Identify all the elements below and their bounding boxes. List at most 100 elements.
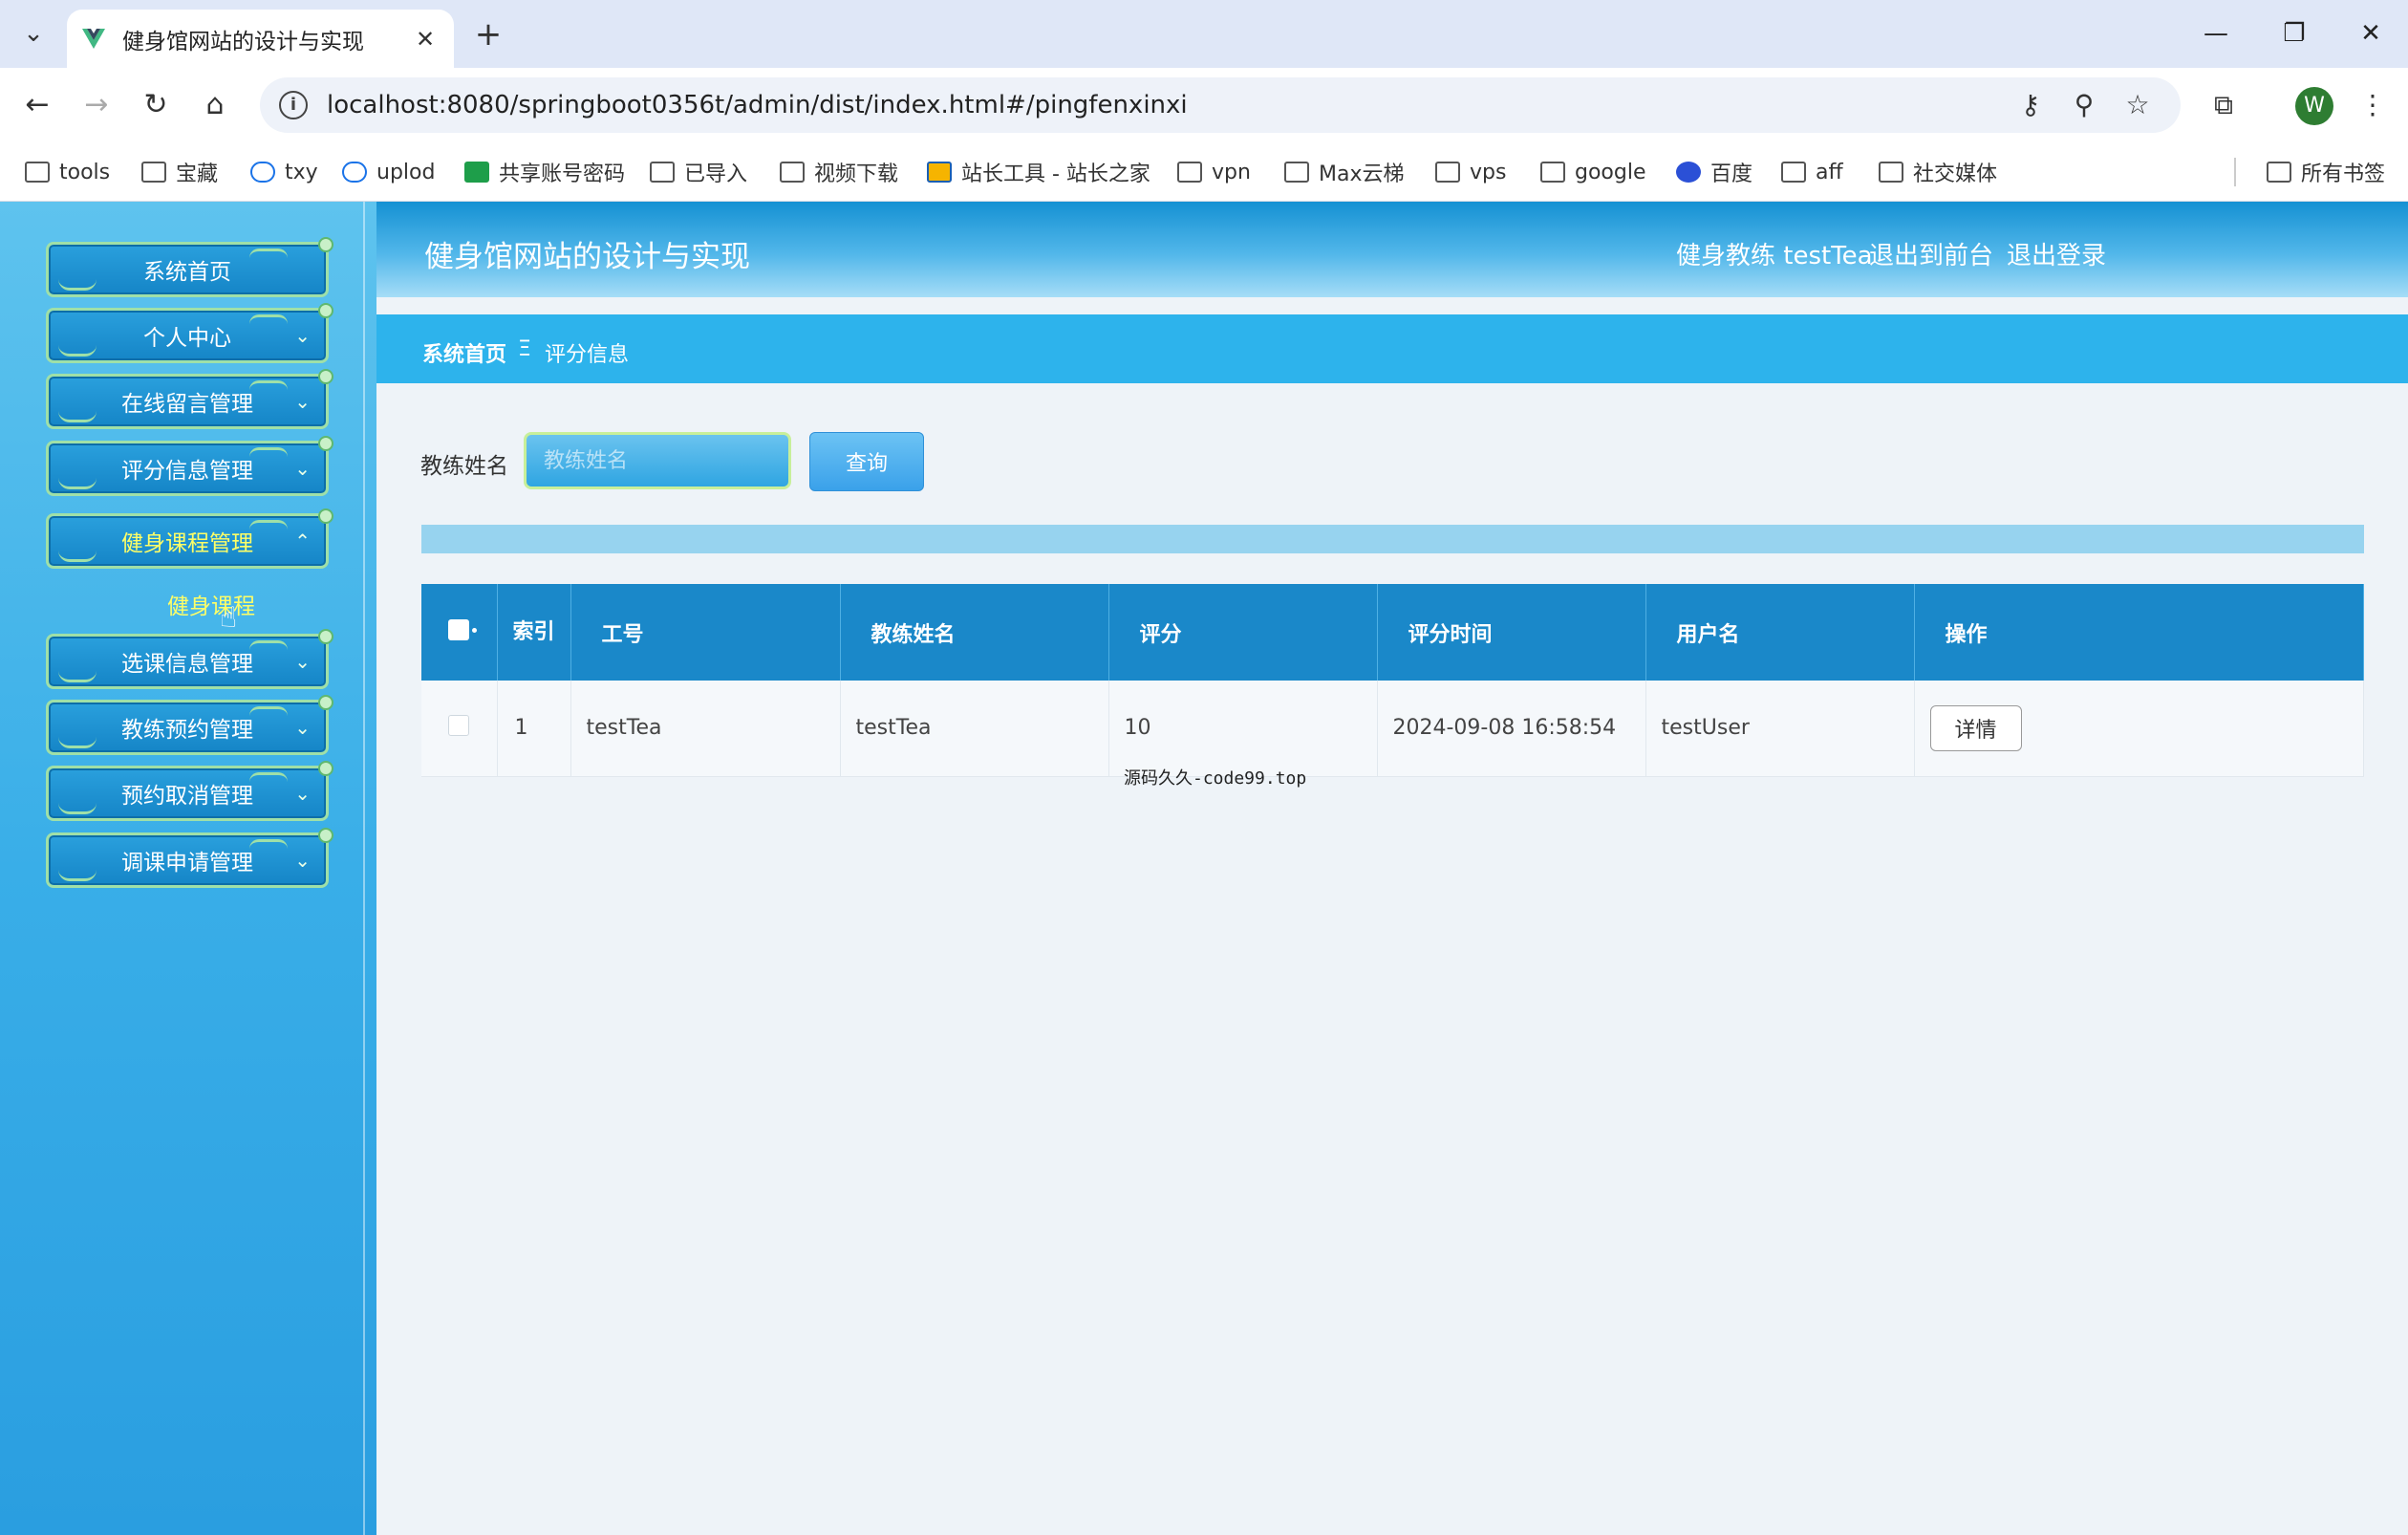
checkbox-icon bbox=[448, 714, 470, 736]
reload-icon[interactable]: ↻ bbox=[132, 81, 180, 129]
table-header-row: 索引 工号 教练姓名 评分 评分时间 用户名 操作 bbox=[421, 584, 2364, 681]
folder-icon bbox=[780, 162, 805, 183]
app-title: 健身馆网站的设计与实现 bbox=[424, 240, 750, 274]
tab-title: 健身馆网站的设计与实现 bbox=[122, 29, 364, 54]
sidebar-item-enrollment[interactable]: 选课信息管理 ⌄ bbox=[46, 629, 333, 689]
folder-icon bbox=[1879, 162, 1903, 183]
select-all-checkbox[interactable] bbox=[421, 584, 498, 681]
sidebar-item-messages[interactable]: 在线留言管理 ⌄ bbox=[46, 369, 333, 429]
search-label: 教练姓名 bbox=[420, 454, 508, 479]
sidebar-item-appointments[interactable]: 教练预约管理 ⌄ bbox=[46, 695, 333, 755]
folder-icon bbox=[1435, 162, 1460, 183]
sidebar-item-home[interactable]: 系统首页 bbox=[46, 237, 333, 297]
cell-username: testUser bbox=[1645, 681, 1915, 777]
breadcrumb-separator: Ξ bbox=[518, 337, 531, 361]
sidebar: 系统首页 个人中心 ⌄ 在线留言管理 ⌄ 评分信息管理 ⌄ 健身课程管理 ⌃ 健身课程 … bbox=[0, 202, 376, 1535]
folder-icon bbox=[1177, 162, 1202, 183]
bookmark-shared-accounts[interactable]: 共享账号密码 bbox=[464, 156, 625, 188]
cell-actions: 详情 bbox=[1914, 681, 2364, 777]
detail-button[interactable]: 详情 bbox=[1929, 704, 2022, 751]
tool-icon bbox=[927, 162, 952, 183]
bookmark-max[interactable]: Max云梯 bbox=[1284, 156, 1404, 188]
breadcrumb: 系统首页 Ξ 评分信息 bbox=[376, 314, 2408, 383]
search-button[interactable]: 查询 bbox=[809, 432, 924, 491]
logout-link[interactable]: 退出登录 bbox=[2007, 236, 2106, 271]
bookmark-social[interactable]: 社交媒体 bbox=[1879, 156, 1997, 188]
sidebar-item-reschedule[interactable]: 调课申请管理 ⌄ bbox=[46, 828, 333, 888]
bookmark-uplod[interactable]: uplod bbox=[342, 156, 435, 188]
bookmark-imported[interactable]: 已导入 bbox=[650, 156, 747, 188]
home-icon[interactable]: ⌂ bbox=[191, 81, 239, 129]
table-toolbar-strip bbox=[421, 525, 2364, 553]
coach-name-search-input[interactable] bbox=[524, 432, 791, 489]
browser-toolbar: ← → ↻ ⌂ i localhost:8080/springboot0356t… bbox=[0, 68, 2408, 142]
password-key-icon[interactable]: ⚷ bbox=[2014, 89, 2047, 121]
chevron-up-icon: ⌃ bbox=[294, 530, 311, 552]
bookmark-star-icon[interactable]: ☆ bbox=[2121, 89, 2154, 121]
col-username: 用户名 bbox=[1645, 584, 1915, 681]
zoom-icon[interactable]: ⚲ bbox=[2068, 89, 2100, 121]
bookmark-vpn[interactable]: vpn bbox=[1177, 156, 1251, 188]
sidebar-item-courses[interactable]: 健身课程管理 ⌃ bbox=[46, 508, 333, 569]
link-icon bbox=[342, 162, 367, 183]
bookmark-google[interactable]: google bbox=[1540, 156, 1646, 188]
tab-close-icon[interactable]: ✕ bbox=[410, 26, 441, 53]
back-icon[interactable]: ← bbox=[13, 81, 61, 129]
col-actions: 操作 bbox=[1914, 584, 2364, 681]
profile-avatar[interactable]: W bbox=[2295, 87, 2333, 125]
folder-icon bbox=[141, 162, 166, 183]
bookmark-all[interactable]: 所有书签 bbox=[2267, 156, 2385, 188]
bookmark-video-download[interactable]: 视频下载 bbox=[780, 156, 898, 188]
chevron-down-icon: ⌄ bbox=[294, 650, 311, 673]
bookmark-aff[interactable]: aff bbox=[1781, 156, 1843, 188]
restore-icon[interactable]: ❐ bbox=[2261, 11, 2328, 55]
cell-score: 10 bbox=[1108, 681, 1378, 777]
breadcrumb-home[interactable]: 系统首页 bbox=[422, 337, 506, 368]
folder-icon bbox=[1284, 162, 1309, 183]
chevron-down-icon: ⌄ bbox=[294, 457, 311, 480]
new-tab-icon[interactable]: + bbox=[468, 15, 508, 55]
bookmarks-bar: tools 宝藏 txy uplod 共享账号密码 已导入 视频下载 站长工具 … bbox=[0, 142, 2408, 202]
cell-id: testTea bbox=[570, 681, 841, 777]
forward-icon[interactable]: → bbox=[73, 81, 120, 129]
bookmark-baidu[interactable]: 百度 bbox=[1676, 156, 1752, 188]
breadcrumb-current: 评分信息 bbox=[545, 343, 630, 367]
row-checkbox[interactable] bbox=[421, 681, 498, 777]
bookmark-chinaz[interactable]: 站长工具 - 站长之家 bbox=[927, 156, 1150, 188]
hand-cursor-icon: ☝ bbox=[220, 601, 238, 635]
bookmark-separator bbox=[2234, 158, 2236, 186]
current-user: 健身教练 testTea bbox=[1676, 242, 1873, 270]
cell-index: 1 bbox=[497, 681, 571, 777]
address-url[interactable]: localhost:8080/springboot0356t/admin/dis… bbox=[327, 91, 1188, 119]
bookmark-baozang[interactable]: 宝藏 bbox=[141, 156, 218, 188]
chevron-down-icon: ⌄ bbox=[294, 324, 311, 347]
window-close-icon[interactable]: ✕ bbox=[2337, 11, 2404, 55]
sidebar-item-profile[interactable]: 个人中心 ⌄ bbox=[46, 303, 333, 363]
bookmark-tools[interactable]: tools bbox=[25, 156, 110, 188]
sheets-icon bbox=[464, 162, 489, 183]
address-bar[interactable]: i localhost:8080/springboot0356t/admin/d… bbox=[260, 77, 2181, 133]
sidebar-item-ratings[interactable]: 评分信息管理 ⌄ bbox=[46, 436, 333, 496]
sidebar-item-cancellations[interactable]: 预约取消管理 ⌄ bbox=[46, 761, 333, 821]
browser-tabbar: ⌄ 健身馆网站的设计与实现 ✕ + — ❐ ✕ bbox=[0, 0, 2408, 68]
baidu-paw-icon bbox=[1676, 162, 1701, 183]
bookmark-vps[interactable]: vps bbox=[1435, 156, 1506, 188]
back-to-front-link[interactable]: 退出到前台 bbox=[1869, 236, 1993, 271]
chevron-down-icon: ⌄ bbox=[294, 849, 311, 872]
bookmark-txy[interactable]: txy bbox=[250, 156, 318, 188]
sidebar-subitem-courses[interactable]: 健身课程 bbox=[167, 588, 255, 620]
ratings-table: 索引 工号 教练姓名 评分 评分时间 用户名 操作 1 testTea test… bbox=[421, 584, 2364, 777]
col-rating-time: 评分时间 bbox=[1377, 584, 1646, 681]
extensions-icon[interactable]: ⧉ bbox=[2207, 89, 2240, 121]
col-coach-name: 教练姓名 bbox=[840, 584, 1109, 681]
browser-tab[interactable]: 健身馆网站的设计与实现 ✕ bbox=[67, 10, 454, 68]
chevron-down-icon: ⌄ bbox=[294, 390, 311, 413]
folder-icon bbox=[2267, 162, 2291, 183]
tab-search-chevron-icon[interactable]: ⌄ bbox=[8, 10, 59, 57]
app-header: 健身馆网站的设计与实现 健身教练 testTea 退出到前台 退出登录 bbox=[376, 202, 2408, 297]
minimize-icon[interactable]: — bbox=[2182, 11, 2249, 55]
folder-icon bbox=[1781, 162, 1806, 183]
site-info-icon[interactable]: i bbox=[279, 91, 308, 119]
watermark-text: 源码久久-code99.top bbox=[1124, 768, 1307, 789]
browser-menu-icon[interactable]: ⋮ bbox=[2356, 89, 2389, 121]
